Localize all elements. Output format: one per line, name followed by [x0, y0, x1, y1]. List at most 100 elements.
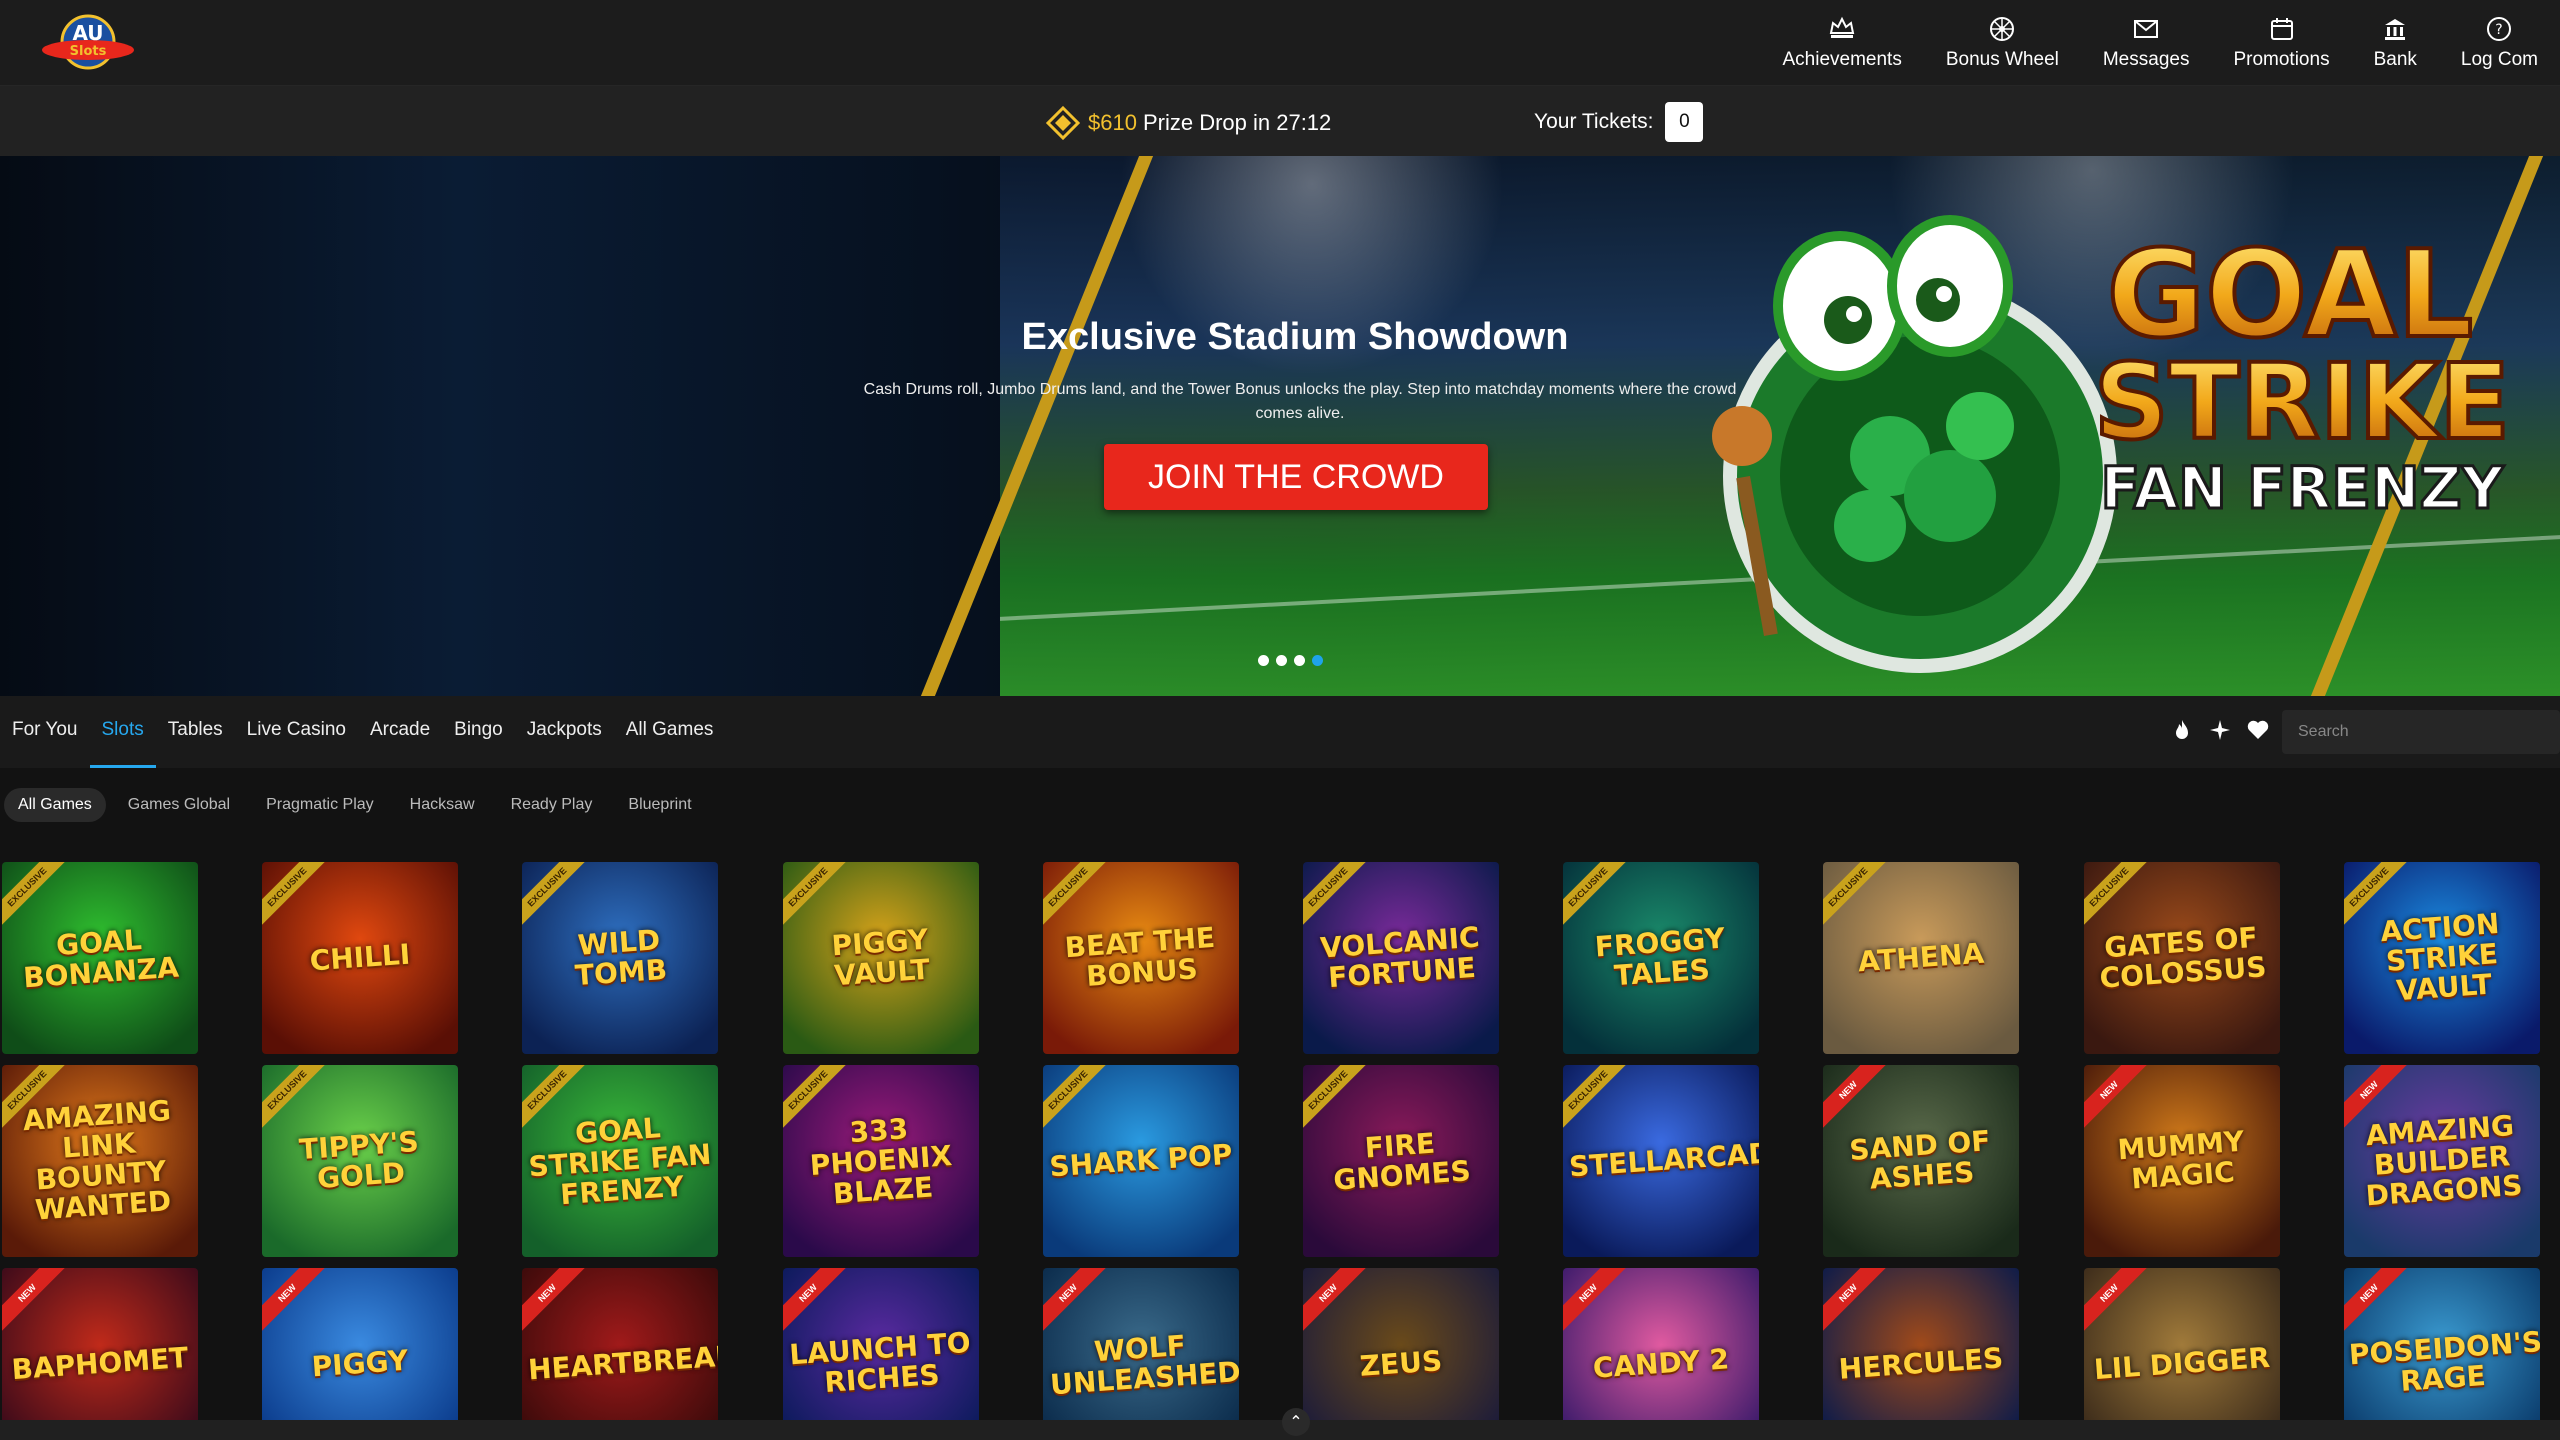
header-nav: Achievements Bonus Wheel Messages Promotion…: [1761, 0, 2560, 86]
game-tile[interactable]: STELLARCADE EXCLUSIVE: [1563, 1065, 1760, 1257]
bottom-strip: [0, 1420, 2560, 1440]
game-title: AMAZING LINK BOUNTY WANTED: [21, 1093, 173, 1227]
provider-chip[interactable]: Blueprint: [614, 788, 705, 822]
provider-chip[interactable]: Games Global: [114, 788, 244, 822]
nav-log-com[interactable]: ? Log Com: [2439, 0, 2560, 86]
fire-icon[interactable]: [2170, 718, 2194, 742]
hero-banner[interactable]: Exclusive Stadium Showdown Cash Drums ro…: [0, 156, 2560, 696]
game-title: TIPPY'S GOLD: [298, 1124, 420, 1195]
game-title: ACTION STRIKE VAULT: [2379, 906, 2501, 1008]
game-tile[interactable]: GATES OF COLOSSUS EXCLUSIVE: [2083, 862, 2280, 1054]
heart-icon[interactable]: [2246, 718, 2270, 742]
svg-text:Slots: Slots: [70, 44, 107, 59]
spark-icon[interactable]: [2208, 718, 2232, 742]
game-tile[interactable]: HEARTBREAKERS NEW: [522, 1268, 719, 1422]
nav-messages[interactable]: Messages: [2081, 0, 2212, 86]
prize-amount: $610: [1088, 110, 1137, 135]
game-title: 333 PHOENIX BLAZE: [808, 1112, 953, 1211]
game-tile[interactable]: CANDY 2 NEW: [1563, 1268, 1760, 1422]
nav-label: Achievements: [1782, 49, 1902, 70]
provider-chip[interactable]: Ready Play: [497, 788, 607, 822]
game-tile[interactable]: AMAZING LINK BOUNTY WANTED EXCLUSIVE: [2, 1065, 198, 1257]
tab-slots[interactable]: Slots: [89, 696, 157, 768]
game-grid: GOAL BONANZA EXCLUSIVE CHILLI EXCLUSIVE WILD…: [2, 862, 2560, 1422]
category-icons: [2170, 718, 2270, 742]
carousel-dot[interactable]: [1258, 655, 1269, 666]
tickets-count: 0: [1665, 102, 1704, 142]
prize-drop[interactable]: $610 Prize Drop in 27:12: [1046, 106, 1331, 140]
game-title: GOAL BONANZA: [22, 923, 180, 995]
game-tile[interactable]: SAND OF ASHES NEW: [1823, 1065, 2020, 1257]
game-tile[interactable]: VOLCANIC FORTUNE EXCLUSIVE: [1303, 862, 1499, 1054]
game-tile[interactable]: BEAT THE BONUS EXCLUSIVE: [1042, 862, 1239, 1054]
game-title: BEAT THE BONUS: [1063, 920, 1216, 993]
game-tile[interactable]: MUMMY MAGIC NEW: [2083, 1065, 2280, 1257]
provider-filters: All Games Games Global Pragmatic Play Hacks…: [4, 788, 706, 822]
game-tile[interactable]: PIGGY VAULT EXCLUSIVE: [782, 862, 979, 1054]
game-tile[interactable]: LAUNCH TO RICHES NEW: [782, 1268, 979, 1422]
game-title: POSEIDON'S RAGE: [2347, 1325, 2540, 1398]
scroll-up-button[interactable]: ⌃: [1282, 1408, 1310, 1436]
prize-label: Prize Drop in 27:12: [1142, 110, 1332, 135]
provider-chip[interactable]: All Games: [4, 788, 106, 822]
prize-drop-bar: $610 Prize Drop in 27:12 Your Tickets: 0: [0, 86, 2560, 156]
tickets-label: Your Tickets:: [1534, 110, 1654, 133]
tab-live-casino[interactable]: Live Casino: [235, 696, 358, 768]
nav-bank[interactable]: Bank: [2352, 0, 2439, 86]
tab-for-you[interactable]: For You: [0, 696, 90, 768]
game-tile[interactable]: WOLF UNLEASHED NEW: [1042, 1268, 1239, 1422]
game-tile[interactable]: TIPPY'S GOLD EXCLUSIVE: [262, 1065, 459, 1257]
bank-icon: [2385, 19, 2406, 40]
carousel-dots: [1258, 655, 1323, 666]
logo-line2: STRIKE: [2094, 341, 2510, 463]
svg-text:?: ?: [2496, 22, 2503, 38]
site-logo[interactable]: AU Slots: [38, 14, 138, 72]
nav-label: Log Com: [2460, 49, 2538, 70]
carousel-dot[interactable]: [1294, 655, 1305, 666]
game-tile[interactable]: LIL DIGGER NEW: [2083, 1268, 2280, 1422]
game-title: VOLCANIC FORTUNE: [1319, 920, 1481, 995]
game-title: WOLF UNLEASHED: [1048, 1328, 1239, 1402]
top-navbar: AU Slots Achievements Bonus Wheel Messages…: [0, 0, 2560, 86]
nav-bonus-wheel[interactable]: Bonus Wheel: [1924, 0, 2081, 86]
game-title: AMAZING BUILDER DRAGONS: [2364, 1108, 2524, 1213]
game-tile[interactable]: PIGGY NEW: [262, 1268, 459, 1422]
game-title: GOAL STRIKE FAN FRENZY: [528, 1111, 713, 1212]
tickets: Your Tickets: 0: [1534, 102, 1704, 142]
game-tile[interactable]: GOAL STRIKE FAN FRENZY EXCLUSIVE: [522, 1065, 719, 1257]
provider-chip[interactable]: Hacksaw: [396, 788, 489, 822]
tab-jackpots[interactable]: Jackpots: [515, 696, 614, 768]
nav-achievements[interactable]: Achievements: [1761, 0, 1924, 86]
game-tile[interactable]: CHILLI EXCLUSIVE: [262, 862, 459, 1054]
chevron-up-icon: ⌃: [1289, 1414, 1303, 1431]
game-tile[interactable]: 333 PHOENIX BLAZE EXCLUSIVE: [782, 1065, 979, 1257]
tab-bingo[interactable]: Bingo: [442, 696, 515, 768]
nav-promotions[interactable]: Promotions: [2211, 0, 2351, 86]
game-tile[interactable]: ACTION STRIKE VAULT EXCLUSIVE: [2343, 862, 2540, 1054]
game-tile[interactable]: WILD TOMB EXCLUSIVE: [522, 862, 719, 1054]
game-tile[interactable]: AMAZING BUILDER DRAGONS NEW: [2343, 1065, 2540, 1257]
game-tile[interactable]: ZEUS NEW: [1303, 1268, 1499, 1422]
game-tile[interactable]: FIRE GNOMES EXCLUSIVE: [1303, 1065, 1499, 1257]
nav-label: Bank: [2373, 49, 2417, 70]
category-bar: For You Slots Tables Live Casino Arcade Bingo…: [0, 696, 2560, 768]
provider-chip[interactable]: Pragmatic Play: [252, 788, 388, 822]
game-tile[interactable]: HERCULES NEW: [1823, 1268, 2020, 1422]
game-tile[interactable]: BAPHOMET NEW: [2, 1268, 198, 1422]
game-tile[interactable]: POSEIDON'S RAGE NEW: [2343, 1268, 2540, 1422]
join-the-crowd-button[interactable]: JOIN THE CROWD: [1104, 444, 1488, 510]
tab-tables[interactable]: Tables: [156, 696, 235, 768]
game-tile[interactable]: ATHENA EXCLUSIVE: [1823, 862, 2020, 1054]
game-tile[interactable]: SHARK POP EXCLUSIVE: [1042, 1065, 1239, 1257]
search-input[interactable]: [2282, 710, 2560, 754]
nav-label: Messages: [2102, 49, 2190, 70]
crown-icon: [1829, 16, 1855, 38]
tab-all-games[interactable]: All Games: [614, 696, 726, 768]
diamond-icon: [1046, 106, 1080, 140]
carousel-dot[interactable]: [1276, 655, 1287, 666]
goal-strike-logo: GOAL STRIKE FAN FRENZY: [2092, 224, 2512, 524]
carousel-dot[interactable]: [1312, 655, 1323, 666]
game-tile[interactable]: FROGGY TALES EXCLUSIVE: [1563, 862, 1760, 1054]
tab-arcade[interactable]: Arcade: [358, 696, 442, 768]
game-tile[interactable]: GOAL BONANZA EXCLUSIVE: [2, 862, 198, 1054]
